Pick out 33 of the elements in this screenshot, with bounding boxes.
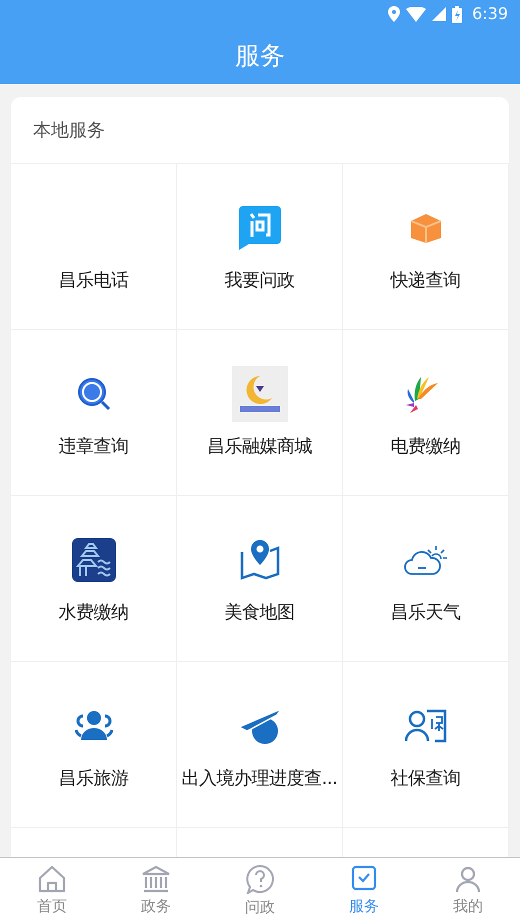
location-icon — [388, 6, 400, 22]
page-title: 服务 — [235, 40, 285, 72]
pavilion-water-icon — [72, 538, 116, 582]
service-item[interactable]: 出入境办理进度查... — [182, 765, 338, 792]
service-item[interactable]: 我要问政 — [224, 267, 294, 294]
package-icon — [408, 213, 442, 243]
service-item[interactable]: 水费缴纳 — [58, 599, 128, 626]
store-logo-icon — [232, 366, 288, 422]
service-item[interactable]: 昌乐融媒商城 — [207, 433, 312, 460]
bank-icon — [141, 864, 171, 893]
map-pin-icon — [240, 540, 280, 580]
service-item[interactable]: 社保查询 — [390, 765, 460, 792]
question-bubble-icon — [245, 864, 275, 894]
service-item[interactable]: 快递查询 — [390, 267, 460, 294]
people-group-icon — [74, 710, 112, 742]
service-item[interactable]: 违章查询 — [58, 433, 128, 460]
person-card-icon — [404, 709, 446, 743]
home-icon — [37, 864, 67, 893]
service-item[interactable]: 电费缴纳 — [390, 433, 460, 460]
chat-bubble-icon — [238, 206, 280, 250]
status-time: 6:39 — [472, 3, 508, 25]
section-title: 本地服务 — [33, 118, 105, 142]
signal-icon — [432, 7, 446, 21]
service-item[interactable]: 昌乐旅游 — [58, 765, 128, 792]
search-badge-icon — [76, 377, 110, 411]
wifi-icon — [406, 6, 426, 22]
cloud-sun-icon — [404, 544, 448, 576]
service-item[interactable]: 美食地图 — [224, 599, 294, 626]
service-icon — [349, 864, 379, 893]
person-icon — [453, 864, 483, 893]
service-item[interactable]: 昌乐电话 — [58, 267, 128, 294]
battery-icon — [452, 6, 462, 22]
service-item[interactable]: 昌乐天气 — [390, 599, 460, 626]
